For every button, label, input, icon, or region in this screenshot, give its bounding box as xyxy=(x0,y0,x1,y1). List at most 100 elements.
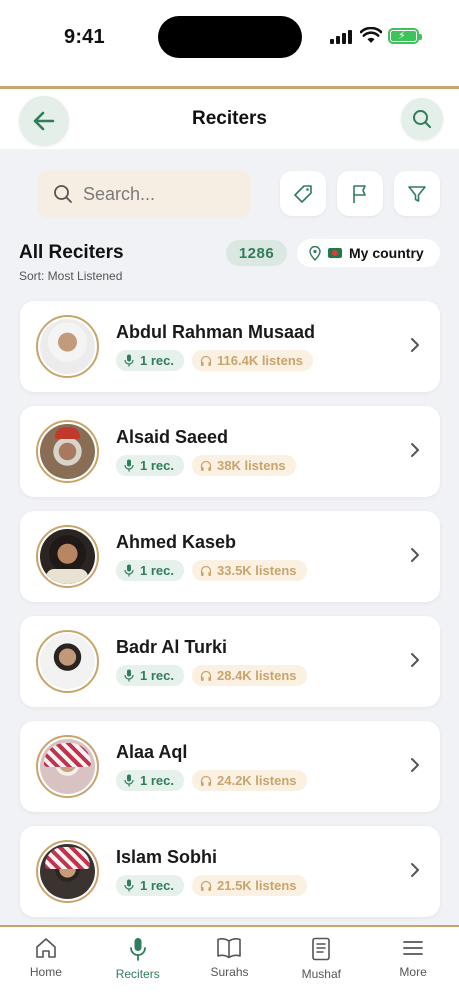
section-title: All Reciters xyxy=(19,242,124,263)
recordings-count: 1 rec. xyxy=(140,353,174,368)
headphones-icon xyxy=(200,880,212,891)
recordings-badge: 1 rec. xyxy=(116,665,184,686)
microphone-icon xyxy=(124,774,134,787)
microphone-icon xyxy=(124,669,134,682)
dynamic-island xyxy=(158,16,302,58)
listens-badge: 21.5K listens xyxy=(192,875,307,896)
chevron-right-icon xyxy=(411,338,419,352)
nav-reciters-label: Reciters xyxy=(115,967,160,981)
headphones-icon xyxy=(200,355,212,366)
battery-icon: ⚡ xyxy=(388,28,422,44)
filter-icon xyxy=(408,185,426,202)
menu-icon xyxy=(403,941,423,955)
recordings-count: 1 rec. xyxy=(140,668,174,683)
bottom-nav: Home Reciters Surahs Mushaf More xyxy=(0,925,459,999)
recordings-count: 1 rec. xyxy=(140,773,174,788)
search-input[interactable] xyxy=(83,183,233,205)
search-icon xyxy=(54,185,72,203)
microphone-icon xyxy=(124,354,134,367)
app-header: Reciters xyxy=(0,89,459,149)
chevron-right-icon xyxy=(411,548,419,562)
headphones-icon xyxy=(200,565,212,576)
search-field[interactable] xyxy=(37,170,251,218)
reciter-avatar xyxy=(36,840,99,903)
tag-icon xyxy=(294,184,312,203)
reciter-avatar xyxy=(36,630,99,693)
filter-button[interactable] xyxy=(394,171,440,216)
nav-mushaf[interactable]: Mushaf xyxy=(275,927,367,999)
recordings-badge: 1 rec. xyxy=(116,455,184,476)
search-icon xyxy=(413,110,431,128)
signal-icon xyxy=(330,30,352,44)
nav-surahs[interactable]: Surahs xyxy=(184,927,276,999)
page-title: Reciters xyxy=(192,108,267,129)
listens-badge: 38K listens xyxy=(192,455,296,476)
nav-home[interactable]: Home xyxy=(0,927,92,999)
recordings-badge: 1 rec. xyxy=(116,560,184,581)
location-pin-icon xyxy=(309,245,321,261)
reciter-card[interactable]: Ahmed Kaseb 1 rec. 33.5K listens xyxy=(20,511,440,602)
sort-label[interactable]: Sort: Most Listened xyxy=(19,269,122,283)
recordings-badge: 1 rec. xyxy=(116,350,184,371)
country-filter-label: My country xyxy=(349,245,424,261)
reciter-name: Alaa Aql xyxy=(116,742,188,762)
reciter-avatar xyxy=(36,525,99,588)
country-flag-icon xyxy=(328,248,342,258)
microphone-icon xyxy=(124,879,134,892)
listens-count: 24.2K listens xyxy=(217,773,297,788)
tag-filter-button[interactable] xyxy=(280,171,326,216)
flag-icon xyxy=(353,184,366,203)
recordings-count: 1 rec. xyxy=(140,458,174,473)
listens-count: 33.5K listens xyxy=(217,563,297,578)
recordings-badge: 1 rec. xyxy=(116,770,184,791)
nav-more[interactable]: More xyxy=(367,927,459,999)
home-icon xyxy=(36,938,56,958)
listens-badge: 116.4K listens xyxy=(192,350,313,371)
headphones-icon xyxy=(200,670,212,681)
document-icon xyxy=(312,937,331,961)
microphone-icon xyxy=(124,564,134,577)
reciter-name: Islam Sobhi xyxy=(116,847,218,867)
reciter-name: Ahmed Kaseb xyxy=(116,532,237,552)
reciter-name: Badr Al Turki xyxy=(116,637,228,657)
recordings-count: 1 rec. xyxy=(140,563,174,578)
listens-badge: 33.5K listens xyxy=(192,560,307,581)
listens-count: 21.5K listens xyxy=(217,878,297,893)
reciter-avatar xyxy=(36,735,99,798)
reciter-card[interactable]: Badr Al Turki 1 rec. 28.4K listens xyxy=(20,616,440,707)
reciter-count-badge: 1286 xyxy=(226,240,287,266)
reciter-name: Alsaid Saeed xyxy=(116,427,229,447)
listens-count: 116.4K listens xyxy=(217,353,303,368)
listens-count: 28.4K listens xyxy=(217,668,297,683)
search-button[interactable] xyxy=(401,98,443,140)
recordings-badge: 1 rec. xyxy=(116,875,184,896)
reciter-avatar xyxy=(36,420,99,483)
nav-surahs-label: Surahs xyxy=(210,965,249,979)
status-time: 9:41 xyxy=(64,26,105,48)
flag-filter-button[interactable] xyxy=(337,171,383,216)
reciter-card[interactable]: Alaa Aql 1 rec. 24.2K listens xyxy=(20,721,440,812)
status-bar: 9:41 ⚡ xyxy=(0,0,459,86)
headphones-icon xyxy=(200,460,212,471)
reciter-card[interactable]: Alsaid Saeed 1 rec. 38K listens xyxy=(20,406,440,497)
reciter-avatar xyxy=(36,315,99,378)
chevron-right-icon xyxy=(411,443,419,457)
nav-home-label: Home xyxy=(29,965,62,979)
reciter-card[interactable]: Islam Sobhi 1 rec. 21.5K listens xyxy=(20,826,440,917)
reciter-card[interactable]: Abdul Rahman Musaad 1 rec. 116.4K listen… xyxy=(20,301,440,392)
reciter-name: Abdul Rahman Musaad xyxy=(116,322,316,342)
country-filter-button[interactable]: My country xyxy=(297,239,440,267)
headphones-icon xyxy=(200,775,212,786)
book-icon xyxy=(217,938,242,959)
recordings-count: 1 rec. xyxy=(140,878,174,893)
nav-more-label: More xyxy=(399,965,427,979)
listens-count: 38K listens xyxy=(217,458,286,473)
listens-badge: 24.2K listens xyxy=(192,770,307,791)
nav-mushaf-label: Mushaf xyxy=(301,967,341,981)
microphone-icon xyxy=(124,459,134,472)
listens-badge: 28.4K listens xyxy=(192,665,307,686)
chevron-right-icon xyxy=(411,653,419,667)
chevron-right-icon xyxy=(411,863,419,877)
chevron-right-icon xyxy=(411,758,419,772)
nav-reciters[interactable]: Reciters xyxy=(92,927,184,999)
